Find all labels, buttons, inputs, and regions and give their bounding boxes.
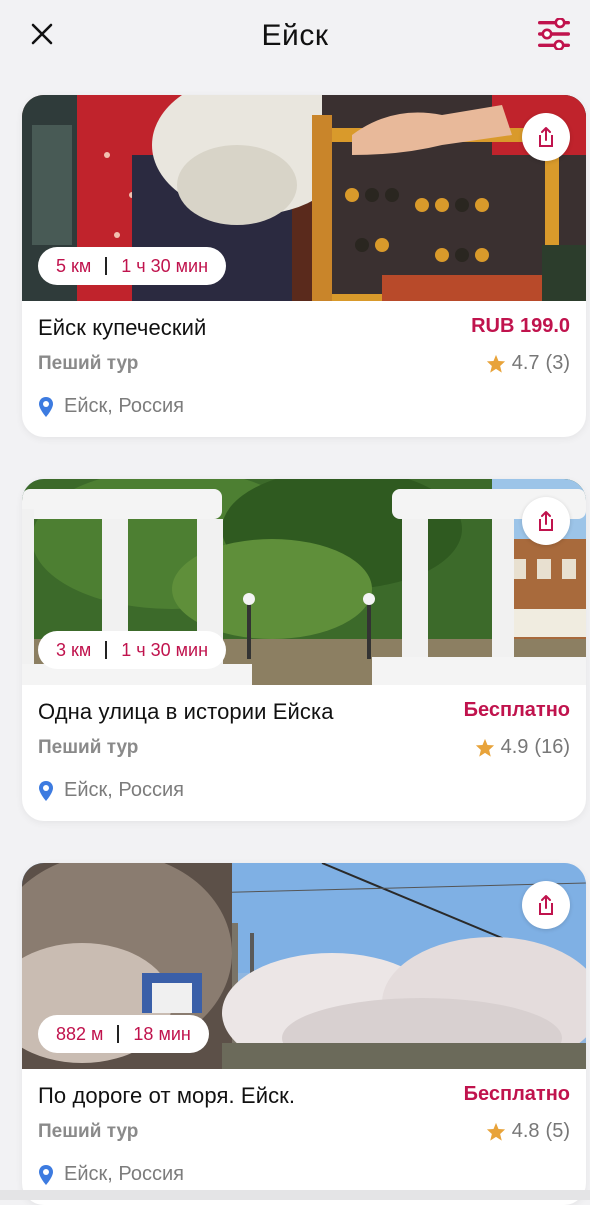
distance-duration-chip: 5 км 1 ч 30 мин (38, 247, 227, 285)
star-icon (486, 354, 506, 373)
tour-rating: 4.8 (5) (486, 1120, 570, 1143)
page-title: Ейск (261, 19, 329, 52)
chip-divider (117, 1025, 120, 1043)
location-pin-icon (38, 1164, 54, 1186)
filter-button[interactable] (532, 12, 576, 56)
tour-image: 5 км 1 ч 30 мин (22, 95, 586, 301)
tour-price: RUB 199.0 (471, 315, 570, 337)
chip-divider (105, 641, 108, 659)
tour-title: Одна улица в истории Ейска (38, 699, 334, 724)
share-button[interactable] (522, 881, 570, 929)
location-pin-icon (38, 396, 54, 418)
bottom-edge (0, 1190, 590, 1200)
tour-card[interactable]: 5 км 1 ч 30 мин Ейск купеческий RUB 199.… (22, 95, 586, 437)
tour-rating: 4.7 (3) (486, 352, 570, 375)
tour-distance: 5 км (56, 255, 92, 276)
location-text: Ейск, Россия (64, 1163, 184, 1185)
location-pin-icon (38, 780, 54, 802)
tour-duration: 18 мин (133, 1023, 191, 1044)
tour-location: Ейск, Россия (38, 1163, 184, 1186)
rating-count: (16) (534, 736, 570, 758)
rating-count: (3) (545, 352, 570, 374)
chip-divider (105, 257, 108, 275)
filter-sliders-icon (538, 18, 570, 50)
rating-value: 4.9 (500, 736, 529, 758)
tour-duration: 1 ч 30 мин (121, 639, 209, 660)
tour-rating: 4.9 (16) (475, 736, 570, 759)
location-text: Ейск, Россия (64, 395, 184, 417)
tour-image: 3 км 1 ч 30 мин (22, 479, 586, 685)
tour-title: По дороге от моря. Ейск. (38, 1083, 296, 1108)
location-text: Ейск, Россия (64, 779, 184, 801)
tour-type: Пеший тур (38, 737, 139, 758)
distance-duration-chip: 882 м 18 мин (38, 1015, 209, 1053)
tour-type: Пеший тур (38, 1121, 139, 1142)
star-icon (486, 1122, 506, 1141)
share-button[interactable] (522, 497, 570, 545)
rating-value: 4.7 (511, 352, 540, 374)
tour-image: 882 м 18 мин (22, 863, 586, 1069)
tour-duration: 1 ч 30 мин (121, 255, 209, 276)
tour-location: Ейск, Россия (38, 395, 184, 418)
tour-title: Ейск купеческий (38, 315, 207, 340)
rating-value: 4.8 (511, 1120, 540, 1142)
tour-card[interactable]: 3 км 1 ч 30 мин Одна улица в истории Ейс… (22, 479, 586, 821)
tour-distance: 3 км (56, 639, 92, 660)
share-icon (539, 511, 553, 531)
tour-distance: 882 м (56, 1023, 104, 1044)
top-bar: Ейск (0, 0, 590, 76)
share-icon (539, 127, 553, 147)
tour-card[interactable]: 882 м 18 мин По дороге от моря. Ейск. Бе… (22, 863, 586, 1205)
share-button[interactable] (522, 113, 570, 161)
tour-location: Ейск, Россия (38, 779, 184, 802)
star-icon (475, 738, 495, 757)
tour-price: Бесплатно (463, 1083, 570, 1105)
distance-duration-chip: 3 км 1 ч 30 мин (38, 631, 227, 669)
tour-price: Бесплатно (463, 699, 570, 721)
share-icon (539, 895, 553, 915)
tour-type: Пеший тур (38, 353, 139, 374)
rating-count: (5) (545, 1120, 570, 1142)
